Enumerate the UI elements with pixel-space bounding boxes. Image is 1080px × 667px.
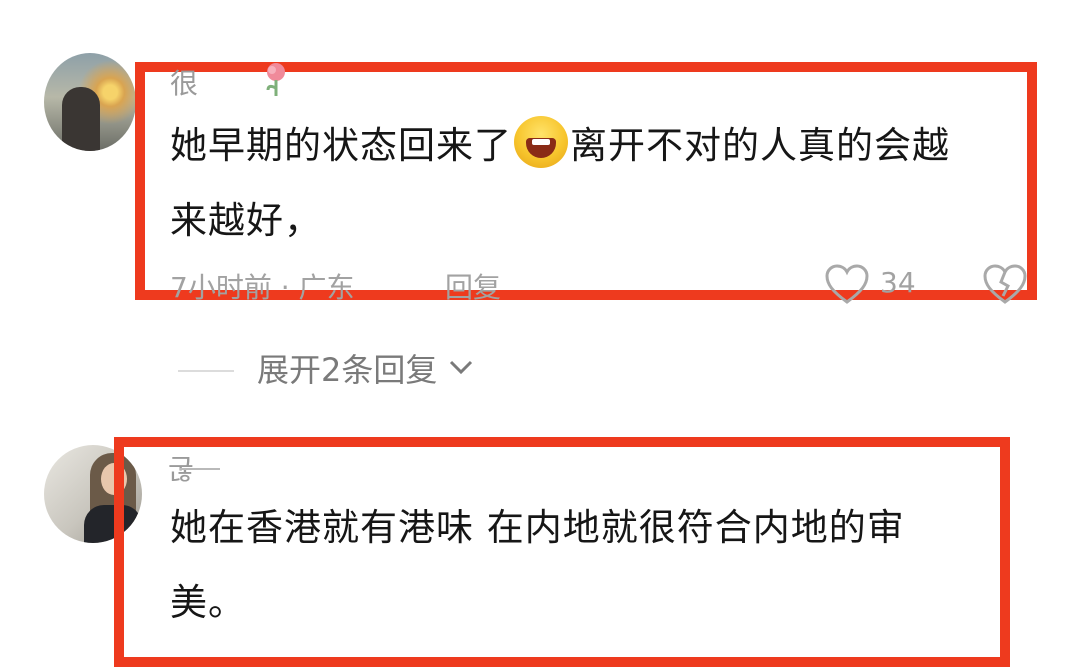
comment-text-part: 离开不对的人真的会越 [570, 124, 950, 167]
username-line [180, 468, 220, 470]
comment-text-part: 她早期的状态回来了 [170, 124, 512, 167]
reply-button[interactable]: 回复 [445, 266, 501, 306]
flower-icon [262, 60, 290, 98]
laughing-emoji-icon [514, 116, 568, 168]
comment-text-part: 来越好， [170, 199, 322, 242]
broken-heart-icon[interactable] [982, 264, 1028, 306]
like-count: 34 [880, 266, 916, 299]
comment-text: 她早期的状态回来了 离开不对的人真的会越 来越好， [170, 108, 1020, 258]
comment-text-part: 美。 [170, 581, 246, 624]
chevron-down-icon [448, 347, 474, 385]
divider [178, 370, 234, 372]
expand-replies-label: 展开2条回复 [257, 351, 438, 389]
avatar-figure [62, 87, 100, 151]
comment-text: 她在香港就有港味 在内地就很符合内地的审 美。 [170, 490, 1000, 640]
heart-icon[interactable] [824, 264, 870, 306]
username[interactable]: 很 [170, 62, 198, 102]
avatar[interactable] [44, 53, 136, 151]
expand-replies-button[interactable]: 展开2条回复 [257, 345, 474, 391]
comment-meta: 7小时前 · 广东 [170, 271, 355, 304]
comment-text-part: 她在香港就有港味 在内地就很符合内地的审 [170, 506, 905, 549]
